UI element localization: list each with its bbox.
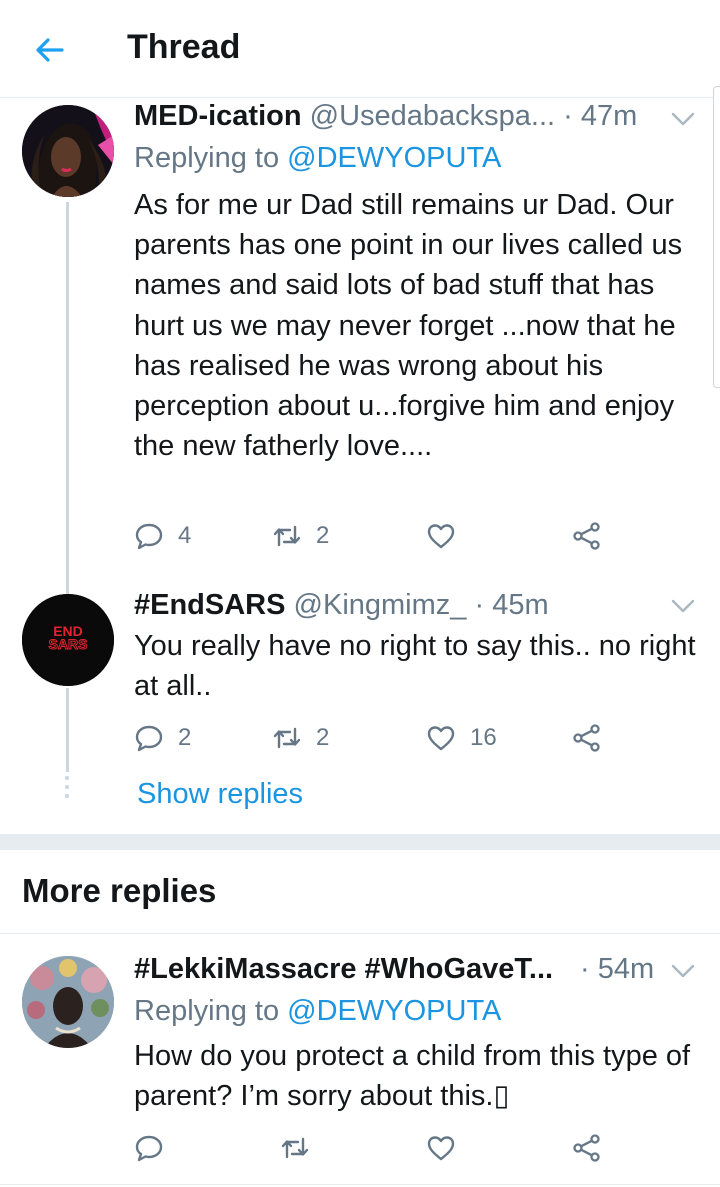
retweet-count: 2 — [316, 724, 330, 751]
tweet-text: As for me ur Dad still remains ur Dad. O… — [134, 189, 683, 463]
avatar-image — [22, 105, 114, 197]
like-count: 16 — [470, 724, 497, 751]
timestamp[interactable]: · 47m — [563, 100, 637, 132]
retweet-button[interactable]: 2 — [272, 723, 329, 753]
replying-to: Replying to @DEWYOPUTA — [134, 142, 501, 175]
retweet-count: 2 — [316, 522, 330, 549]
reply-icon — [135, 523, 163, 550]
display-name[interactable]: #LekkiMassacre #WhoGaveT... — [134, 953, 553, 985]
reply-icon — [135, 1135, 163, 1162]
tweet-actions: 4 2 — [134, 521, 614, 555]
retweet-icon — [273, 525, 301, 547]
timestamp[interactable]: · 54m — [580, 953, 654, 985]
scrollbar[interactable] — [713, 86, 720, 388]
share-icon — [573, 1134, 600, 1162]
divider — [0, 933, 720, 934]
avatar[interactable] — [22, 105, 114, 197]
tweet-text: How do you protect a child from this typ… — [134, 1040, 691, 1113]
thread-more-dots — [65, 776, 70, 803]
section-divider — [0, 834, 720, 850]
back-arrow-icon[interactable] — [32, 32, 68, 68]
reply-button[interactable] — [134, 1133, 178, 1163]
reply-count: 4 — [178, 522, 192, 549]
timestamp[interactable]: · 45m — [474, 589, 548, 621]
like-icon — [427, 726, 455, 751]
divider — [0, 1184, 720, 1185]
retweet-button[interactable]: 2 — [272, 521, 329, 551]
like-button[interactable] — [426, 1133, 470, 1163]
share-icon — [573, 522, 600, 550]
mention-link[interactable]: @DEWYOPUTA — [287, 995, 501, 1027]
thread-connector-line — [66, 202, 69, 594]
like-button[interactable]: 16 — [426, 723, 497, 753]
tweet-header: #EndSARS @Kingmimz_ · 45m — [134, 589, 549, 622]
handle[interactable]: @Usedabackspa... — [310, 100, 555, 132]
tweet-header: MED-ication @Usedabackspa... · 47m — [134, 100, 637, 133]
display-name[interactable]: MED-ication — [134, 100, 302, 132]
thread-header: Thread — [0, 0, 720, 98]
share-icon — [573, 724, 600, 752]
mention-link[interactable]: @DEWYOPUTA — [287, 142, 501, 174]
chevron-down-icon[interactable] — [670, 962, 696, 980]
handle[interactable]: @Kingmimz_ — [294, 589, 467, 621]
show-replies-link[interactable]: Show replies — [137, 778, 303, 811]
chevron-down-icon[interactable] — [670, 597, 696, 615]
replying-to-label: Replying to — [134, 142, 280, 174]
display-name[interactable]: #EndSARS — [134, 589, 285, 621]
tweet-actions — [134, 1133, 614, 1167]
tweet-header: #LekkiMassacre #WhoGaveT... — [134, 953, 553, 986]
retweet-button[interactable] — [280, 1133, 324, 1163]
like-icon — [427, 524, 455, 549]
share-button[interactable] — [572, 521, 602, 551]
share-button[interactable] — [572, 723, 602, 753]
timestamp-wrap: · 54m — [580, 953, 654, 986]
tweet-actions: 2 2 16 — [134, 723, 614, 757]
avatar-text-sars: SARS — [48, 636, 88, 652]
avatar-image — [22, 956, 114, 1048]
retweet-icon — [273, 727, 301, 749]
tweet-text: You really have no right to say this.. n… — [134, 630, 696, 703]
replying-to-label: Replying to — [134, 995, 280, 1027]
thread-connector-line — [66, 688, 69, 772]
share-button[interactable] — [572, 1133, 602, 1163]
replying-to: Replying to @DEWYOPUTA — [134, 995, 501, 1028]
like-icon — [427, 1136, 455, 1161]
reply-icon — [135, 725, 163, 752]
like-button[interactable] — [426, 521, 470, 551]
reply-count: 2 — [178, 724, 192, 751]
avatar[interactable] — [22, 956, 114, 1048]
retweet-icon — [281, 1137, 309, 1159]
reply-button[interactable]: 2 — [134, 723, 191, 753]
chevron-down-icon[interactable] — [670, 110, 696, 128]
avatar[interactable]: END SARS — [22, 594, 114, 686]
page-title: Thread — [127, 28, 241, 66]
more-replies-heading: More replies — [22, 872, 217, 909]
reply-button[interactable]: 4 — [134, 521, 191, 551]
